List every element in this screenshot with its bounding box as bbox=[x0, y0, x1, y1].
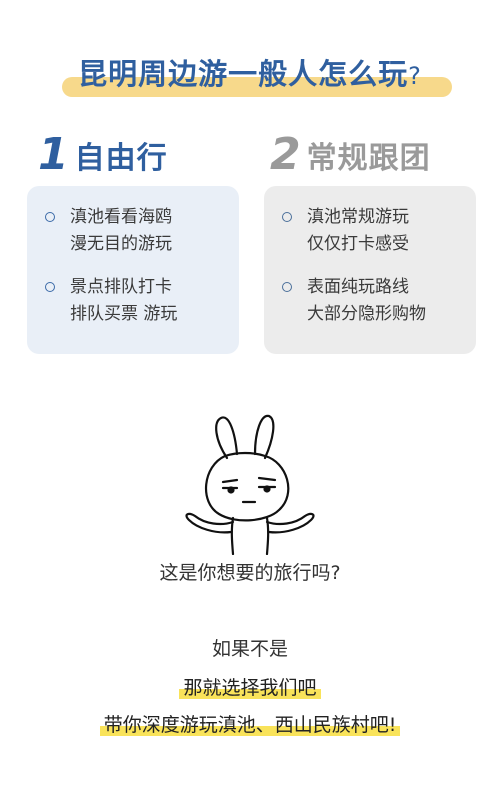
column-2-title: 常规跟团 bbox=[306, 141, 431, 176]
page-title: 昆明周边游一般人怎么玩? bbox=[0, 51, 500, 93]
list-item: 表面纯玩路线 大部分隐形购物 bbox=[282, 274, 467, 328]
title-text: 昆明周边游一般人怎么玩 bbox=[78, 57, 409, 91]
item-line: 表面纯玩路线 bbox=[307, 277, 409, 297]
item-line: 滇池看看海鸥 bbox=[70, 207, 172, 227]
title-block: 昆明周边游一般人怎么玩? bbox=[0, 45, 500, 105]
list-item: 景点排队打卡 排队买票 游玩 bbox=[45, 274, 230, 328]
item-line: 景点排队打卡 bbox=[70, 277, 172, 297]
item-line: 仅仅打卡感受 bbox=[307, 234, 409, 254]
item-line: 大部分隐形购物 bbox=[307, 304, 426, 324]
item-line: 漫无目的游玩 bbox=[70, 234, 172, 254]
closing-line-3-text: 带你深度游玩滇池、西山民族村吧! bbox=[99, 714, 401, 736]
column-1-title: 自由行 bbox=[74, 141, 168, 176]
shrugging-rabbit-icon bbox=[185, 414, 315, 555]
closing-line-2: 那就选择我们吧 bbox=[0, 673, 500, 700]
circle-bullet-icon bbox=[45, 282, 55, 292]
closing-line-3: 带你深度游玩滇池、西山民族村吧! bbox=[0, 710, 500, 737]
column-2-number: 2 bbox=[270, 129, 301, 180]
circle-bullet-icon bbox=[282, 282, 292, 292]
column-2-heading: 2 常规跟团 bbox=[270, 133, 431, 183]
group-tour-card: 滇池常规游玩 仅仅打卡感受 表面纯玩路线 大部分隐形购物 bbox=[264, 186, 476, 354]
list-item: 滇池看看海鸥 漫无目的游玩 bbox=[45, 204, 230, 258]
self-guided-card: 滇池看看海鸥 漫无目的游玩 景点排队打卡 排队买票 游玩 bbox=[27, 186, 239, 354]
title-question-mark: ? bbox=[408, 62, 422, 90]
circle-bullet-icon bbox=[282, 212, 292, 222]
item-line: 滇池常规游玩 bbox=[307, 207, 409, 227]
column-1-heading: 1 自由行 bbox=[38, 133, 168, 183]
question-text: 这是你想要的旅行吗? bbox=[159, 562, 341, 584]
circle-bullet-icon bbox=[45, 212, 55, 222]
item-line: 排队买票 游玩 bbox=[70, 304, 178, 324]
closing-line-1: 如果不是 bbox=[211, 638, 288, 660]
column-1-number: 1 bbox=[38, 129, 69, 180]
list-item: 滇池常规游玩 仅仅打卡感受 bbox=[282, 204, 467, 258]
closing-line-2-text: 那就选择我们吧 bbox=[179, 677, 321, 699]
